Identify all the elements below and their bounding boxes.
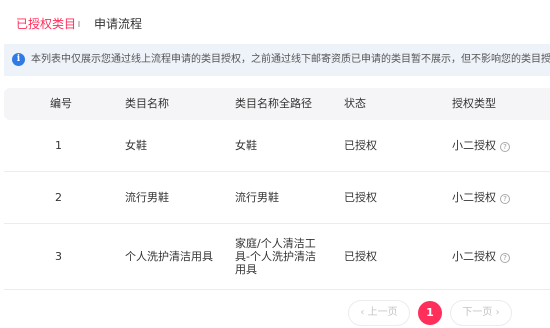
cell-auth-type: 小二授权? <box>452 139 510 152</box>
cell-auth-type: 小二授权? <box>452 191 510 204</box>
cell-category-name: 女鞋 <box>125 139 147 152</box>
next-page-button[interactable]: 下一页 › <box>450 300 512 326</box>
prev-page-button[interactable]: ‹ 上一页 <box>348 300 410 326</box>
notice-banner: i 本列表中仅展示您通过线上流程申请的类目授权，之前通过线下邮寄资质已申请的类目… <box>4 44 550 76</box>
cell-category-name: 流行男鞋 <box>125 191 169 204</box>
help-icon[interactable]: ? <box>500 142 510 152</box>
cell-status: 已授权 <box>344 191 377 204</box>
current-page-button[interactable]: 1 <box>418 301 442 325</box>
notice-text: 本列表中仅展示您通过线上流程申请的类目授权，之前通过线下邮寄资质已申请的类目暂不… <box>31 54 550 65</box>
table-row: 1 女鞋 女鞋 已授权 小二授权? <box>4 120 550 172</box>
table-header: 编号 类目名称 类目名称全路径 状态 授权类型 <box>4 88 550 120</box>
help-icon[interactable]: ? <box>500 253 510 263</box>
table-row: 3 个人洗护清洁用具 家庭/个人清洁工具-个人洗护清洁用具 已授权 小二授权? <box>4 224 550 290</box>
auth-type-label: 小二授权 <box>452 191 496 204</box>
column-header-auth-type: 授权类型 <box>452 97 496 110</box>
cell-status: 已授权 <box>344 139 377 152</box>
help-icon[interactable]: ? <box>500 194 510 204</box>
tab-authorized-categories[interactable]: 已授权类目 <box>16 16 76 32</box>
tab-bar: 已授权类目 申请流程 <box>0 0 550 40</box>
info-icon: i <box>12 53 25 66</box>
cell-number: 1 <box>55 139 62 152</box>
auth-type-label: 小二授权 <box>452 250 496 263</box>
cell-category-path: 女鞋 <box>235 139 257 152</box>
table-row: 2 流行男鞋 流行男鞋 已授权 小二授权? <box>4 172 550 224</box>
tab-divider <box>78 21 80 27</box>
pagination: ‹ 上一页 1 下一页 › <box>0 300 550 326</box>
cell-category-path: 家庭/个人清洁工具-个人洗护清洁用具 <box>235 237 316 276</box>
column-header-category-path: 类目名称全路径 <box>235 97 312 110</box>
column-header-category-name: 类目名称 <box>125 97 169 110</box>
cell-number: 2 <box>55 191 62 204</box>
cell-status: 已授权 <box>344 250 377 263</box>
cell-category-name: 个人洗护清洁用具 <box>125 250 213 263</box>
auth-type-label: 小二授权 <box>452 139 496 152</box>
column-header-status: 状态 <box>344 97 366 110</box>
column-header-number: 编号 <box>50 97 72 110</box>
tab-application-process[interactable]: 申请流程 <box>94 16 142 32</box>
cell-auth-type: 小二授权? <box>452 250 510 263</box>
cell-category-path: 流行男鞋 <box>235 191 279 204</box>
cell-number: 3 <box>55 250 62 263</box>
